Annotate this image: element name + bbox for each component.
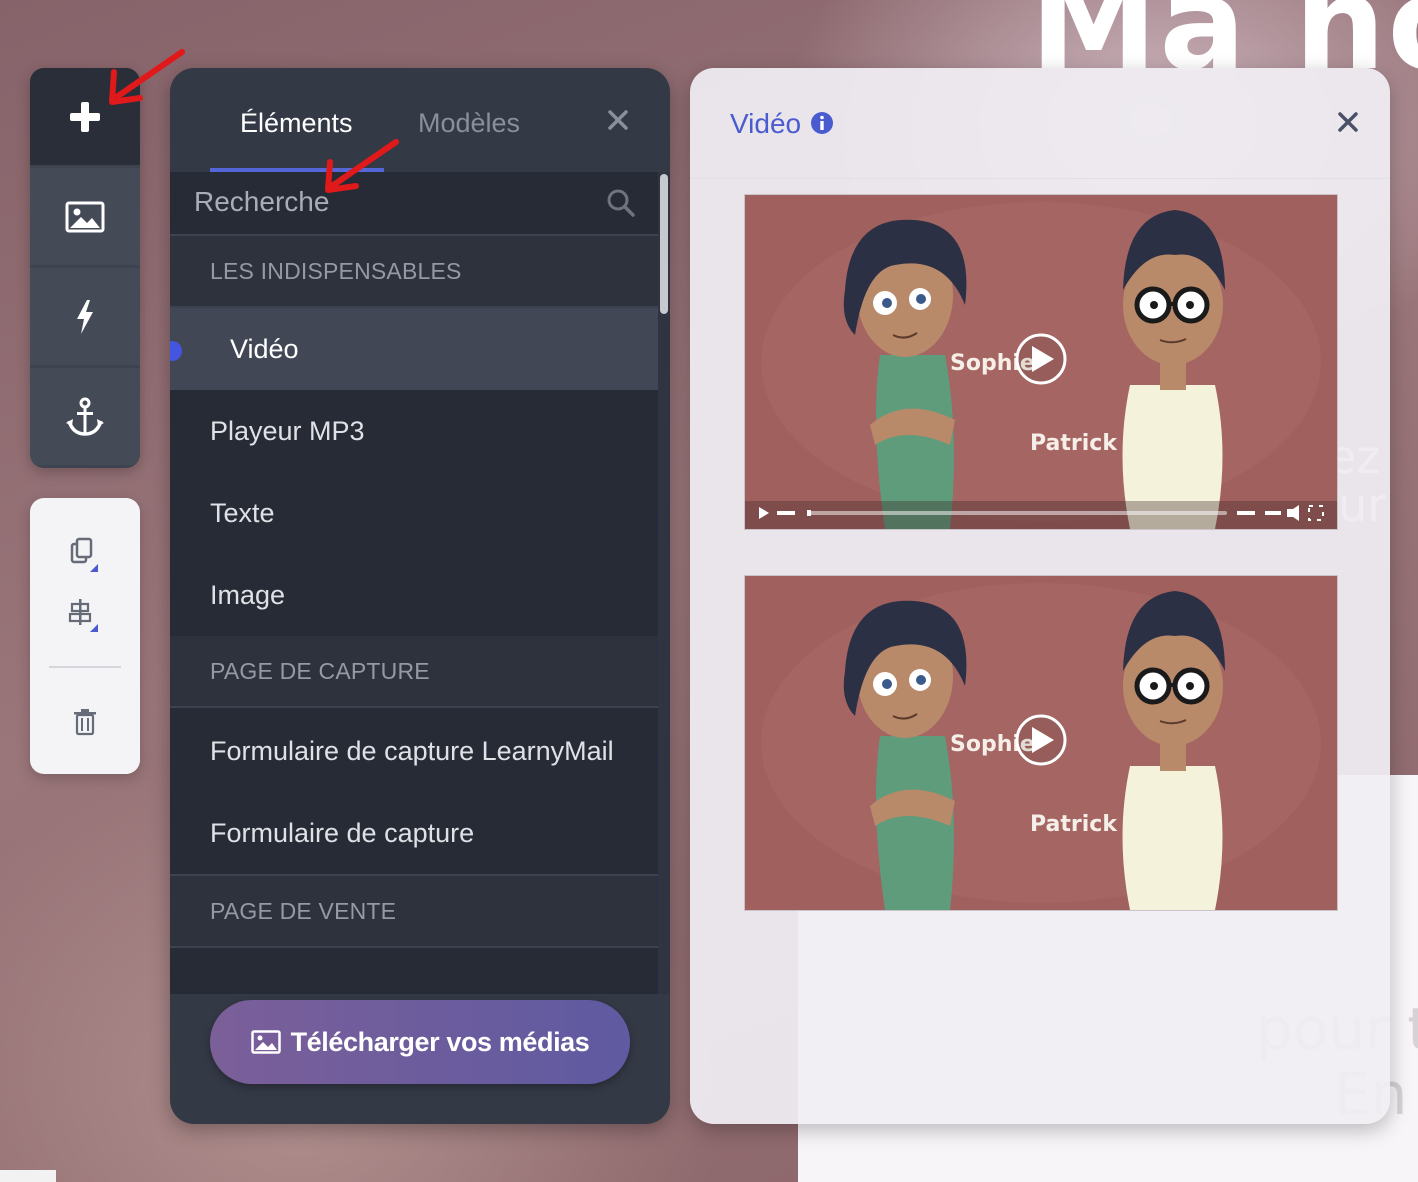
scrollbar-thumb[interactable] [660,174,668,314]
delete-button[interactable] [66,703,104,741]
section-title: LES INDISPENSABLES [210,257,462,284]
close-icon [608,110,628,130]
video-panel-header: Vidéo [690,68,1390,179]
list-scrollbar[interactable] [658,172,670,994]
search-icon[interactable] [606,188,636,218]
align-icon [68,599,98,632]
list-item-text[interactable]: Texte [170,472,658,554]
plus-icon [70,101,100,132]
video-panel-close-button[interactable] [1332,106,1364,138]
page-corner-block [0,1170,56,1182]
panel-close-button[interactable] [602,104,634,136]
list-item-capture-form[interactable]: Formulaire de capture [170,792,658,874]
play-icon[interactable] [1015,714,1067,766]
list-item-label: Image [210,579,286,610]
media-button[interactable] [30,168,140,265]
video-panel-title: Vidéo [730,108,802,139]
play-icon[interactable] [1015,333,1067,385]
element-actions-toolbar [30,498,140,774]
anchor-button[interactable] [30,368,140,465]
actions-button[interactable] [30,268,140,365]
copy-icon [70,537,98,572]
list-item-learnymail-form[interactable]: Formulaire de capture LearnyMail [170,710,658,792]
annotation-arrow-icon [325,139,399,193]
list-item-label: Vidéo [230,333,299,364]
anchor-icon [66,397,104,436]
section-title: PAGE DE VENTE [210,897,397,924]
list-item-mp3-player[interactable]: Playeur MP3 [170,390,658,472]
toolbar-divider [49,666,121,668]
duplicate-button[interactable] [66,536,104,574]
upload-media-label: Télécharger vos médias [290,1026,590,1057]
list-item-label: Texte [210,497,275,528]
list-item-image[interactable]: Image [170,554,658,636]
align-button[interactable] [66,596,104,634]
section-header: PAGE DE VENTE [170,874,658,948]
video-thumbnail-art: Sophie Patrick [745,576,1337,910]
close-icon [1338,112,1358,132]
list-item-label: Playeur MP3 [210,415,365,446]
upload-media-button[interactable]: Télécharger vos médias [210,1000,630,1084]
search-input[interactable]: Recherche [194,186,329,218]
elements-list: Recherche LES INDISPENSABLES Vidéo Playe… [170,172,658,994]
panel-tabs: Éléments Modèles [170,68,670,173]
section-header: LES INDISPENSABLES [170,236,658,308]
video-thumbnail[interactable]: Sophie Patrick [744,575,1338,911]
video-controls[interactable] [745,501,1337,529]
editor-toolbar [30,68,140,468]
section-title: PAGE DE CAPTURE [210,657,430,684]
image-icon [65,201,105,232]
trash-icon [74,709,96,736]
character-name-right: Patrick [1030,812,1118,837]
list-item-video[interactable]: Vidéo [170,308,658,390]
character-name-right: Patrick [1030,431,1118,456]
section-header: PAGE DE CAPTURE [170,636,658,708]
search-bar[interactable]: Recherche [170,172,658,236]
video-panel: Vidéo Sophie Patrick Sophie Patrick [690,68,1390,1124]
elements-panel: Éléments Modèles Recherche LES INDISPENS… [170,68,670,1124]
image-icon [250,1030,281,1054]
tab-models[interactable]: Modèles [418,108,520,139]
info-icon[interactable] [810,111,834,135]
lightning-icon [77,299,93,334]
video-thumbnail-art: Sophie Patrick [745,195,1337,529]
video-thumbnail[interactable]: Sophie Patrick [744,194,1338,530]
list-item-label: Formulaire de capture [210,817,475,848]
annotation-arrow-icon [109,49,185,105]
list-item-label: Formulaire de capture LearnyMail [210,735,614,766]
